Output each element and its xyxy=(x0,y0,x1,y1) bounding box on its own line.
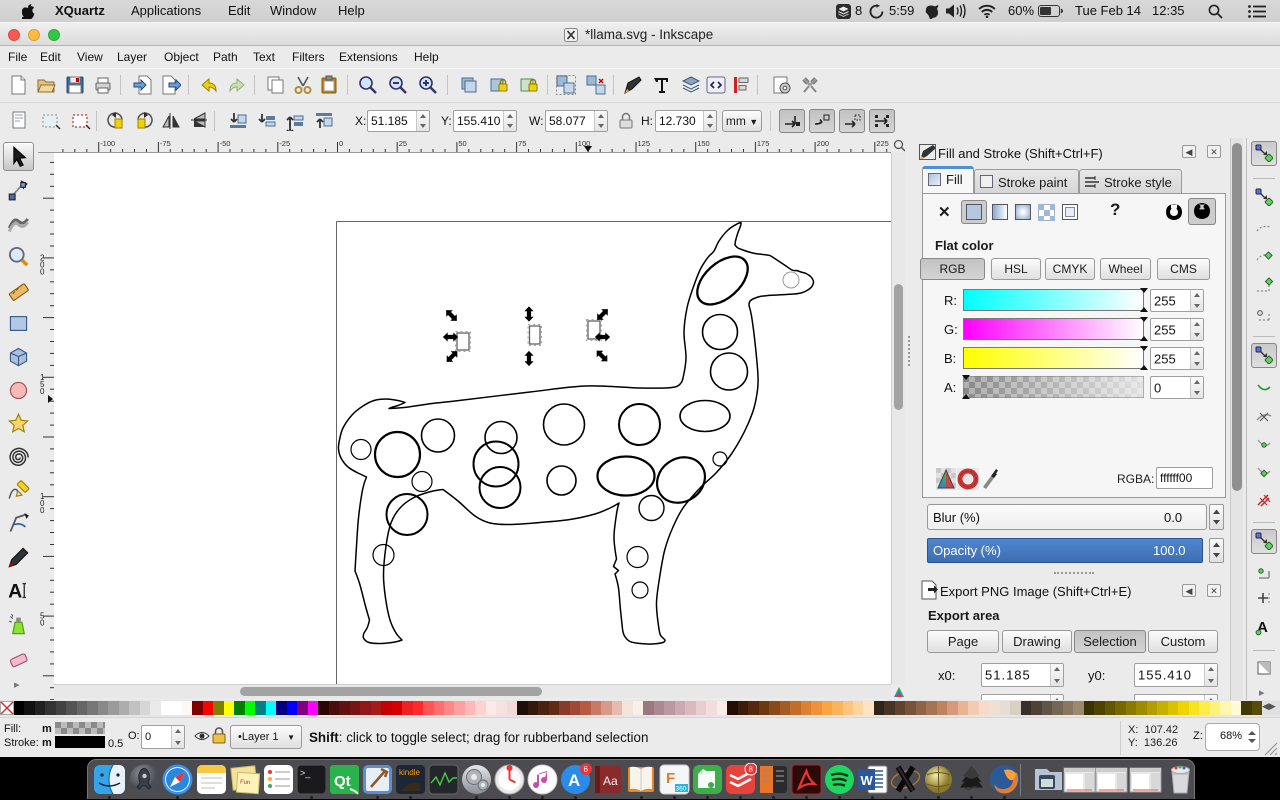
svg-text:0: 0 xyxy=(40,619,45,628)
svg-text:-50: -50 xyxy=(220,139,231,148)
svg-text:25: 25 xyxy=(399,139,407,148)
svg-text:A: A xyxy=(568,771,580,790)
svg-text:8: 8 xyxy=(749,765,754,774)
svg-text:0: 0 xyxy=(40,267,45,276)
svg-text:A: A xyxy=(8,581,22,603)
svg-text:150: 150 xyxy=(697,139,710,148)
svg-text:0: 0 xyxy=(40,506,45,515)
svg-text:0: 0 xyxy=(339,139,343,148)
svg-text:50: 50 xyxy=(458,139,466,148)
svg-text:175: 175 xyxy=(757,139,770,148)
svg-text:-25: -25 xyxy=(279,139,290,148)
svg-text:-75: -75 xyxy=(160,139,171,148)
svg-text:-100: -100 xyxy=(100,139,115,148)
svg-text:W: W xyxy=(861,773,874,788)
svg-text:0: 0 xyxy=(40,387,45,396)
svg-text:6: 6 xyxy=(584,765,589,774)
svg-text:225: 225 xyxy=(876,139,889,148)
svg-text:200: 200 xyxy=(817,139,830,148)
svg-text:Qt: Qt xyxy=(334,773,351,790)
svg-text:>_: >_ xyxy=(300,768,311,778)
svg-text:Fun: Fun xyxy=(240,779,251,786)
svg-text:kindle: kindle xyxy=(399,768,420,777)
svg-text:Aa: Aa xyxy=(603,774,618,788)
svg-text:360: 360 xyxy=(676,786,687,793)
svg-text:75: 75 xyxy=(518,139,526,148)
svg-text:125: 125 xyxy=(638,139,651,148)
svg-text:F: F xyxy=(666,770,675,787)
